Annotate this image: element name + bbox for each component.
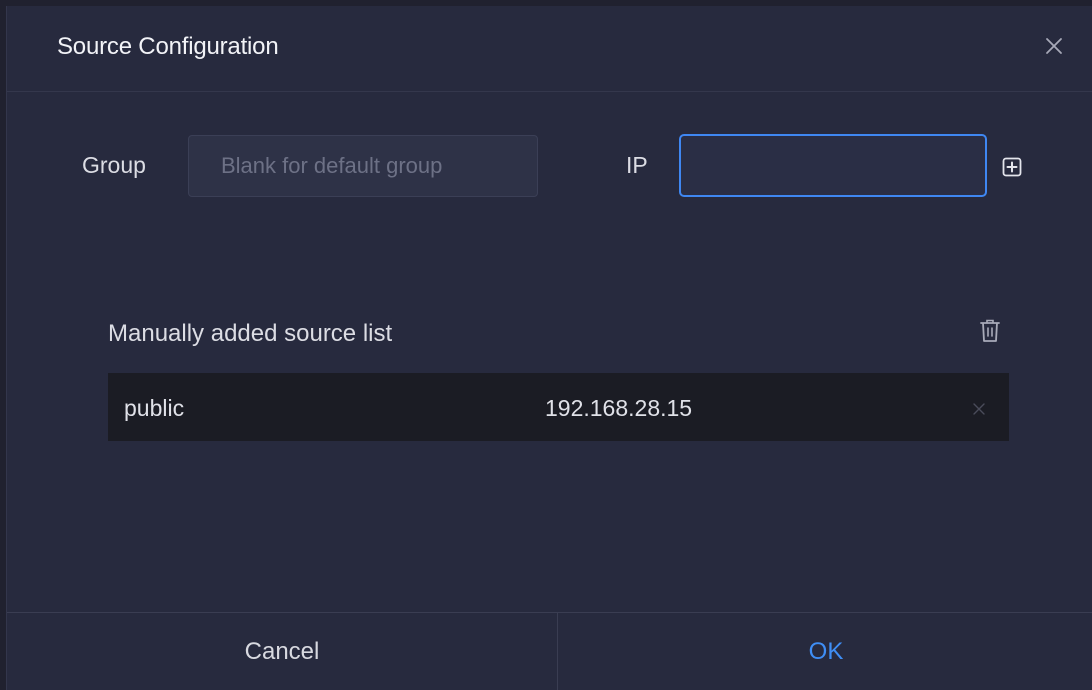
ok-button[interactable]: OK [559,613,1092,690]
close-icon [973,403,985,415]
remove-row-button[interactable] [972,402,986,416]
delete-all-button[interactable] [979,318,1001,344]
add-source-button[interactable] [1002,157,1022,177]
row-group-name: public [124,395,185,421]
close-icon [1046,38,1062,54]
trash-icon [980,319,1000,342]
plus-square-icon [1002,157,1022,177]
source-configuration-dialog: Source Configuration Group IP Manually a… [6,6,1092,690]
close-button[interactable] [1042,34,1066,58]
group-label: Group [82,152,146,178]
ip-label: IP [626,152,648,178]
ip-input[interactable] [679,134,987,197]
cancel-button[interactable]: Cancel [7,613,558,690]
source-list-title: Manually added source list [108,320,393,347]
dialog-title: Source Configuration [57,33,279,60]
dialog-header: Source Configuration [7,6,1092,92]
row-ip-address: 192.168.28.15 [545,395,693,421]
source-list-row: public 192.168.28.15 [108,373,1009,441]
group-input[interactable] [188,135,538,197]
dialog-footer: Cancel OK [7,612,1092,690]
